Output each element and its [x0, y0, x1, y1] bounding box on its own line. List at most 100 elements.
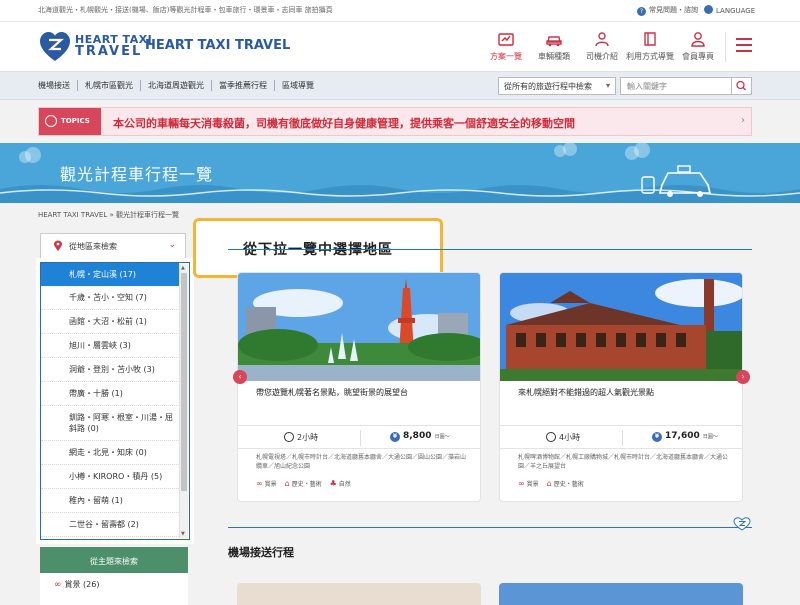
member-icon — [691, 32, 705, 47]
tag-scenery: ∞ 賞景 — [256, 479, 277, 488]
tour-price: ¥8,800 日圓～ — [390, 431, 450, 442]
hamburger-menu-icon[interactable] — [736, 38, 752, 52]
carousel-next-icon[interactable]: › — [736, 370, 750, 384]
tour-title[interactable]: 來札幌絕對不能錯過的超人氣觀光景點 — [518, 387, 728, 398]
scroll-down-icon[interactable]: ▼ — [181, 531, 185, 537]
carousel-prev-icon[interactable]: ‹ — [233, 370, 247, 384]
tooltip-callout: 從下拉一覽中選擇地區 — [193, 218, 443, 278]
nav-vehicles[interactable]: 車輛種類 — [530, 30, 578, 62]
tour-title[interactable]: 帶您遊覽札幌著名景點，眺望街景的展望台 — [256, 387, 466, 398]
binoculars-icon: ∞ — [518, 479, 525, 488]
topics-text[interactable]: 本公司的車輛每天消毒殺菌，司機有徹底做好自身健康管理，提供乘客一個舒適安全的移動… — [113, 115, 575, 131]
section-divider — [228, 527, 752, 528]
region-option[interactable]: 稚內・留萌 (1) — [41, 489, 179, 513]
search-button[interactable] — [731, 77, 752, 95]
language-link[interactable]: LANGUAGE — [704, 5, 755, 15]
tour-price: ¥17,600 日圓～ — [652, 431, 718, 442]
breadcrumb[interactable]: HEART TAXI TRAVEL » 觀光計程車行程一覽 — [38, 210, 179, 220]
tour-meta: 2小時 ¥8,800 日圓～ — [238, 425, 480, 449]
chevron-right-icon[interactable]: › — [741, 115, 745, 126]
section-divider — [228, 249, 752, 250]
theme-option-scenery[interactable]: ∞ 賞景 (26) — [54, 579, 99, 590]
tour-card[interactable]: 帶您遊覽札幌著名景點，眺望街景的展望台 2小時 ¥8,800 日圓～ 札幌電視塔… — [237, 272, 481, 502]
scrollbar-thumb[interactable] — [181, 273, 187, 491]
globe-icon — [704, 5, 713, 14]
header-nav: 方案一覽 車輛種類 司機介紹 利用方式導覽 會員專頁 — [482, 30, 722, 62]
meta-separator — [360, 430, 361, 446]
map-pin-icon — [54, 240, 62, 251]
topics-icon — [45, 115, 57, 127]
nav-plans[interactable]: 方案一覽 — [482, 30, 530, 62]
heart-taxi-logo-icon[interactable] — [38, 30, 72, 64]
search-icon — [736, 80, 746, 91]
scroll-up-icon[interactable]: ▲ — [181, 265, 185, 271]
tag-nature: ♣ 自然 — [329, 479, 351, 488]
brand-title[interactable]: HEART TAXI TRAVEL — [145, 38, 290, 53]
search-input[interactable]: 輸入關鍵字 — [620, 77, 732, 95]
region-option[interactable]: 釧路・阿寒・根室・川湯・屈斜路 (0) — [41, 406, 179, 441]
tour-card[interactable]: 來札幌絕對不能錯過的超人氣觀光景點 4小時 ¥17,600 日圓～ 札幌啤酒博物… — [499, 272, 743, 502]
tour-tags: ∞ 賞景 ⌂ 歷史・藝術 ♣ 自然 — [256, 479, 357, 488]
tour-photo-sapporo-beer-museum[interactable] — [500, 273, 742, 381]
binoculars-icon: ∞ — [256, 479, 263, 488]
region-option[interactable]: 旭川・層雲峽 (3) — [41, 334, 179, 358]
theme-option-label: 賞景 (26) — [64, 580, 100, 589]
faq-link[interactable]: ? 常見問題・諮詢 — [637, 5, 698, 16]
tour-photo-airport-2[interactable] — [499, 583, 743, 605]
utility-bar: 北海道觀光・札幌觀光・接送(機場、飯店)等觀光計程車・包車旅行・環景車・志同車 … — [0, 0, 800, 22]
search-scope-select[interactable]: 從所有的旅遊行程中檢索 ▾ — [498, 77, 616, 95]
tour-duration-value: 4小時 — [559, 433, 581, 442]
region-option[interactable]: 二世谷・留壽都 (2) — [41, 513, 179, 537]
meta-separator — [622, 430, 623, 446]
chevron-down-icon: ▾ — [605, 81, 610, 90]
tour-photo-airport-1[interactable] — [237, 583, 481, 605]
region-option[interactable]: 函館・大沼・松前 (1) — [41, 310, 179, 334]
site-header: HEART TAXI TRAVEL HEART TAXI TRAVEL 方案一覽… — [0, 22, 800, 72]
tour-stops: 札幌電視塔／札幌市時計台／北海道廳舊本廳舍／大通公園／圓山公園／藻岩山纜車／旭山… — [256, 454, 467, 470]
region-option[interactable]: 千歲・苫小・空知 (7) — [41, 286, 179, 310]
category-menu: 機場接送 札幌市區觀光 北海道周遊觀光 當季推薦行程 區域導覽 — [38, 80, 321, 91]
region-option[interactable]: 帶廣・十勝 (1) — [41, 382, 179, 406]
section-title-airport: 機場接送行程 — [228, 546, 294, 559]
nav-plans-label: 方案一覽 — [490, 52, 522, 61]
menu-item-seasonal[interactable]: 當季推薦行程 — [211, 80, 274, 91]
tour-tags: ∞ 賞景 ⌂ 歷史・藝術 — [518, 479, 590, 488]
search-scope-value: 從所有的旅遊行程中檢索 — [504, 82, 592, 91]
nav-guide[interactable]: 利用方式導覽 — [626, 30, 674, 62]
header-divider — [725, 32, 726, 62]
theme-search-header: 從主題來檢索 — [40, 547, 188, 573]
topics-bar[interactable]: TOPICS 本公司的車輛每天消毒殺菌，司機有徹底做好自身健康管理，提供乘客一個… — [38, 107, 752, 136]
menu-item-sapporo[interactable]: 札幌市區觀光 — [77, 80, 140, 91]
menu-item-area[interactable]: 區域導覽 — [274, 80, 321, 91]
region-option[interactable]: 洞爺・登別・苫小牧 (3) — [41, 358, 179, 382]
logo-text[interactable]: HEART TAXI TRAVEL — [75, 34, 152, 59]
region-option[interactable]: 網走・北見・知床 (0) — [41, 441, 179, 465]
driver-icon — [595, 32, 609, 47]
tour-duration: 4小時 — [546, 432, 580, 443]
clock-icon — [546, 432, 556, 442]
yen-icon: ¥ — [652, 432, 662, 442]
site-tagline: 北海道觀光・札幌觀光・接送(機場、飯店)等觀光計程車・包車旅行・環景車・志同車 … — [38, 6, 333, 14]
tour-photo-sapporo-tv-tower[interactable] — [238, 273, 480, 381]
nav-member[interactable]: 會員專頁 — [674, 30, 722, 62]
tour-meta: 4小時 ¥17,600 日圓～ — [500, 425, 742, 449]
page-banner: 觀光計程車行程一覽 — [0, 143, 800, 203]
region-option[interactable]: 小樽・KIRORO・積丹 (5) — [41, 465, 179, 489]
tag-history: ⌂ 歷史・藝術 — [546, 479, 584, 488]
tour-price-value: 17,600 — [665, 431, 700, 441]
tag-scenery: ∞ 賞景 — [518, 479, 539, 488]
menu-item-airport[interactable]: 機場接送 — [38, 80, 77, 91]
topics-badge: TOPICS — [39, 108, 101, 135]
region-dropdown-list[interactable]: 札幌・定山溪 (17) 千歲・苫小・空知 (7) 函館・大沼・松前 (1) 旭川… — [40, 262, 190, 540]
dropdown-scrollbar[interactable]: ▲ ▼ — [179, 264, 188, 538]
nav-guide-label: 利用方式導覽 — [626, 52, 674, 61]
route-plan-icon — [498, 33, 514, 46]
category-menu-bar: 機場接送 札幌市區觀光 北海道周遊觀光 當季推薦行程 區域導覽 從所有的旅遊行程… — [0, 72, 800, 100]
binoculars-icon: ∞ — [54, 580, 62, 590]
menu-item-hokkaido[interactable]: 北海道周遊觀光 — [140, 80, 211, 91]
tree-icon: ♣ — [329, 479, 337, 488]
region-select[interactable]: 從地區來檢索 ⌄ — [40, 233, 186, 259]
region-option[interactable]: 札幌・定山溪 (17) — [41, 263, 179, 286]
museum-icon: ⌂ — [546, 479, 552, 488]
nav-drivers[interactable]: 司機介紹 — [578, 30, 626, 62]
